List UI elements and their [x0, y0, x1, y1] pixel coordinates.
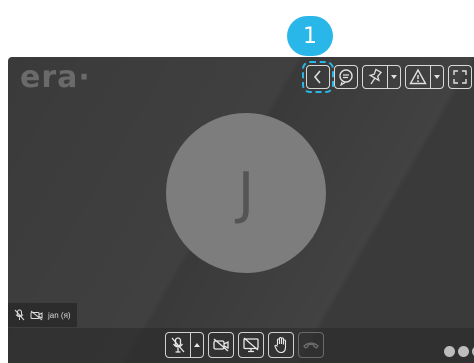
step-badge: 1: [287, 16, 333, 56]
raise-hand-button[interactable]: [268, 332, 294, 358]
alert-button[interactable]: [405, 65, 444, 89]
mic-muted-icon: [171, 337, 185, 353]
fullscreen-icon: [453, 70, 467, 84]
chat-button[interactable]: [334, 65, 358, 89]
fullscreen-button[interactable]: [448, 65, 472, 89]
avatar-initial: J: [237, 160, 255, 226]
screen-share-off-icon: [243, 337, 259, 353]
caret-down-icon: [391, 75, 397, 79]
mic-muted-icon: [14, 309, 25, 321]
collapse-button[interactable]: [302, 61, 334, 93]
participant-avatar: J: [166, 113, 326, 273]
camera-off-icon: [213, 338, 229, 352]
alert-dropdown-caret[interactable]: [431, 66, 443, 88]
more-dot: [444, 346, 455, 357]
warning-triangle-icon: [409, 68, 427, 85]
pin-dropdown-caret[interactable]: [388, 66, 400, 88]
participant-name-tag: jan (я): [8, 303, 77, 327]
more-dot: [458, 346, 469, 357]
alert-button-main[interactable]: [406, 66, 431, 88]
mic-dropdown-caret[interactable]: [191, 333, 203, 357]
call-controls: [165, 332, 324, 358]
top-toolbar: [302, 61, 472, 93]
step-badge-number: 1: [303, 23, 317, 49]
mic-toggle-main[interactable]: [166, 333, 191, 357]
participant-name: jan (я): [48, 310, 71, 320]
screen-share-toggle[interactable]: [238, 332, 264, 358]
phone-hangup-icon: [303, 342, 319, 349]
camera-toggle[interactable]: [208, 332, 234, 358]
caret-up-icon: [194, 343, 200, 347]
chevron-left-icon: [313, 70, 321, 84]
video-call-window: era· J jan (я): [8, 57, 474, 363]
hang-up-button[interactable]: [298, 332, 324, 358]
hand-icon: [274, 336, 287, 354]
pin-icon: [368, 68, 383, 85]
camera-off-icon: [30, 310, 43, 320]
caret-down-icon: [434, 75, 440, 79]
app-logo: era·: [20, 60, 91, 95]
pin-button[interactable]: [362, 65, 401, 89]
pin-button-main[interactable]: [363, 66, 388, 88]
more-options[interactable]: [444, 346, 474, 357]
chat-bubble-icon: [339, 69, 353, 86]
mic-toggle[interactable]: [165, 332, 204, 358]
